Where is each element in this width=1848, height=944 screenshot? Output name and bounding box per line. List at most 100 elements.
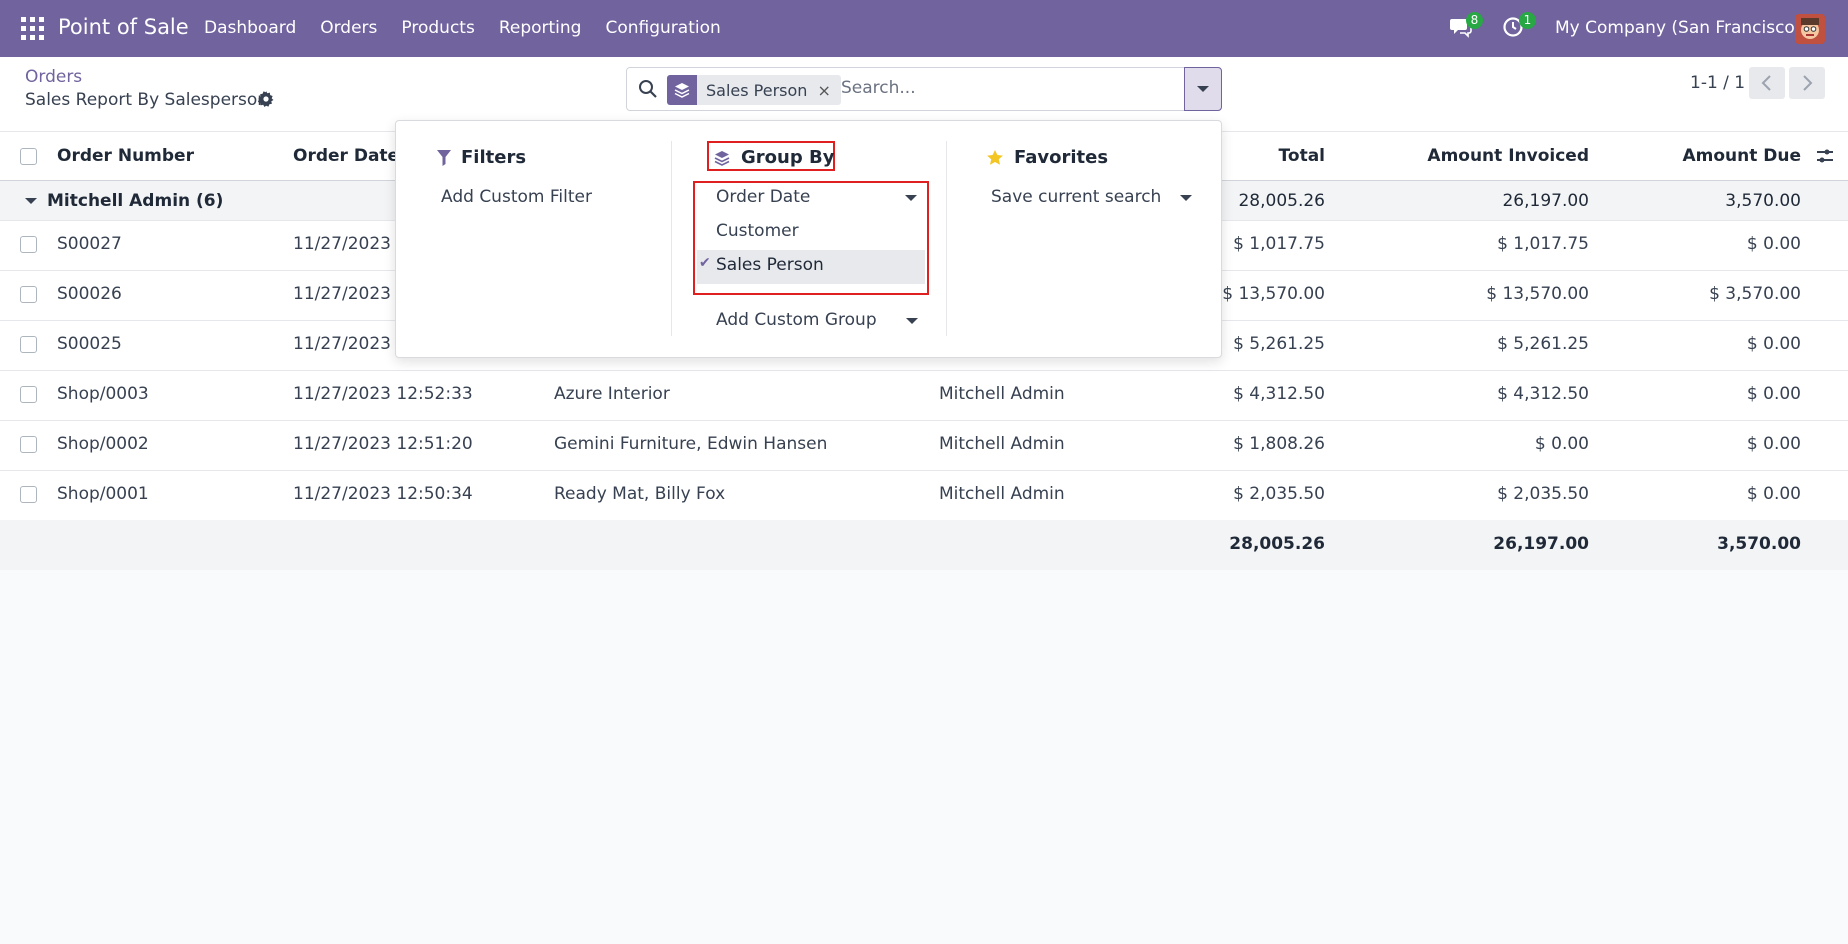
cell-total: $ 5,261.25 xyxy=(1233,334,1325,354)
pager-previous-button[interactable] xyxy=(1749,67,1785,99)
company-switcher[interactable]: My Company (San Francisco) xyxy=(1555,18,1801,38)
apps-menu-icon[interactable] xyxy=(21,17,44,40)
caret-down-icon[interactable] xyxy=(1180,195,1192,201)
cell-order-number: Shop/0002 xyxy=(57,434,149,454)
search-options-toggle[interactable] xyxy=(1184,67,1222,111)
cell-due: $ 0.00 xyxy=(1746,384,1801,404)
cell-invoiced: $ 0.00 xyxy=(1534,434,1589,454)
cell-invoiced: $ 13,570.00 xyxy=(1486,284,1589,304)
caret-down-icon xyxy=(25,198,37,204)
caret-down-icon[interactable] xyxy=(906,318,918,324)
table-row[interactable]: Shop/0001 11/27/2023 12:50:34 Ready Mat,… xyxy=(0,471,1848,521)
header-amount-invoiced[interactable]: Amount Invoiced xyxy=(1427,146,1589,166)
menu-dashboard[interactable]: Dashboard xyxy=(204,18,296,38)
header-total[interactable]: Total xyxy=(1279,146,1325,166)
row-checkbox[interactable] xyxy=(20,336,37,353)
cell-total: $ 13,570.00 xyxy=(1222,284,1325,304)
activity-clock-icon[interactable]: 1 xyxy=(1502,12,1536,40)
search-input[interactable] xyxy=(841,78,1181,98)
facet-remove-icon[interactable]: × xyxy=(817,81,840,100)
cell-order-number: S00025 xyxy=(57,334,122,354)
table-footer-totals: 28,005.26 26,197.00 3,570.00 xyxy=(0,520,1848,570)
favorites-heading-label: Favorites xyxy=(1014,147,1109,168)
cell-total: $ 4,312.50 xyxy=(1233,384,1325,404)
group-label: Mitchell Admin (6) xyxy=(47,191,224,211)
pager-value[interactable]: 1-1 / 1 xyxy=(1690,73,1745,93)
cell-salesperson: Mitchell Admin xyxy=(939,484,1065,504)
menu-configuration[interactable]: Configuration xyxy=(605,18,720,38)
group-by-heading: Group By xyxy=(713,147,834,168)
footer-total: 28,005.26 xyxy=(1229,534,1325,554)
header-order-date[interactable]: Order Date xyxy=(293,146,399,166)
search-icon xyxy=(638,79,658,99)
footer-due: 3,570.00 xyxy=(1717,534,1801,554)
cell-salesperson: Mitchell Admin xyxy=(939,434,1065,454)
chevron-down-icon xyxy=(1197,86,1209,92)
search-bar: Sales Person × xyxy=(626,67,1222,111)
header-order-number[interactable]: Order Number xyxy=(57,146,194,166)
user-avatar[interactable] xyxy=(1795,14,1825,44)
row-checkbox[interactable] xyxy=(20,386,37,403)
facet-label: Sales Person xyxy=(706,80,808,100)
cell-invoiced: $ 5,261.25 xyxy=(1497,334,1589,354)
footer-invoiced: 26,197.00 xyxy=(1493,534,1589,554)
cell-total: $ 1,017.75 xyxy=(1233,234,1325,254)
cell-total: $ 2,035.50 xyxy=(1233,484,1325,504)
cell-order-date: 11/27/2023 1 xyxy=(293,334,408,354)
filters-heading: Filters xyxy=(437,147,526,168)
column-divider xyxy=(946,141,947,336)
top-navbar: Point of Sale Dashboard Orders Products … xyxy=(0,0,1848,57)
row-checkbox[interactable] xyxy=(20,286,37,303)
group-by-options-highlight xyxy=(693,181,929,295)
table-row[interactable]: Shop/0003 11/27/2023 12:52:33 Azure Inte… xyxy=(0,371,1848,421)
row-checkbox[interactable] xyxy=(20,236,37,253)
cell-customer: Ready Mat, Billy Fox xyxy=(554,484,726,504)
group-total: 28,005.26 xyxy=(1238,191,1325,211)
menu-products[interactable]: Products xyxy=(401,18,474,38)
layers-icon xyxy=(714,150,730,166)
group-invoiced: 26,197.00 xyxy=(1502,191,1589,211)
layers-icon xyxy=(667,75,697,105)
cell-order-date: 11/27/2023 1 xyxy=(293,284,408,304)
search-options-dropdown: Filters Add Custom Filter Group By Order… xyxy=(395,120,1222,358)
messages-badge: 8 xyxy=(1466,12,1483,29)
app-name[interactable]: Point of Sale xyxy=(58,15,189,39)
cell-invoiced: $ 1,017.75 xyxy=(1497,234,1589,254)
star-icon xyxy=(987,149,1003,165)
breadcrumb-orders[interactable]: Orders xyxy=(25,67,82,87)
cell-due: $ 0.00 xyxy=(1746,334,1801,354)
menu-orders[interactable]: Orders xyxy=(320,18,377,38)
row-checkbox[interactable] xyxy=(20,486,37,503)
cell-order-number: Shop/0001 xyxy=(57,484,149,504)
cell-order-date: 11/27/2023 12:51:20 xyxy=(293,434,473,454)
table-row[interactable]: Shop/0002 11/27/2023 12:51:20 Gemini Fur… xyxy=(0,421,1848,471)
cell-invoiced: $ 2,035.50 xyxy=(1497,484,1589,504)
cell-order-number: S00026 xyxy=(57,284,122,304)
filter-icon xyxy=(437,149,451,166)
group-by-heading-label: Group By xyxy=(741,147,835,168)
page-title: Sales Report By Salesperson xyxy=(25,90,269,110)
menu-reporting[interactable]: Reporting xyxy=(499,18,582,38)
cell-order-number: S00027 xyxy=(57,234,122,254)
activities-badge: 1 xyxy=(1519,12,1536,29)
save-current-search[interactable]: Save current search xyxy=(991,187,1161,207)
filters-heading-label: Filters xyxy=(461,147,527,168)
cell-order-date: 11/27/2023 12:52:33 xyxy=(293,384,473,404)
cell-order-date: 11/27/2023 1 xyxy=(293,234,408,254)
select-all-checkbox[interactable] xyxy=(20,148,37,165)
cell-total: $ 1,808.26 xyxy=(1233,434,1325,454)
column-divider xyxy=(671,141,672,336)
cell-due: $ 0.00 xyxy=(1746,434,1801,454)
cell-salesperson: Mitchell Admin xyxy=(939,384,1065,404)
add-custom-group[interactable]: Add Custom Group xyxy=(716,310,877,330)
column-settings-icon[interactable] xyxy=(1816,148,1834,169)
messages-icon[interactable]: 8 xyxy=(1449,12,1483,40)
pager-next-button[interactable] xyxy=(1789,67,1825,99)
cell-due: $ 3,570.00 xyxy=(1709,284,1801,304)
cell-due: $ 0.00 xyxy=(1746,234,1801,254)
cell-customer: Gemini Furniture, Edwin Hansen xyxy=(554,434,828,454)
add-custom-filter[interactable]: Add Custom Filter xyxy=(441,187,592,207)
header-amount-due[interactable]: Amount Due xyxy=(1682,146,1801,166)
row-checkbox[interactable] xyxy=(20,436,37,453)
gear-icon[interactable] xyxy=(257,91,274,107)
